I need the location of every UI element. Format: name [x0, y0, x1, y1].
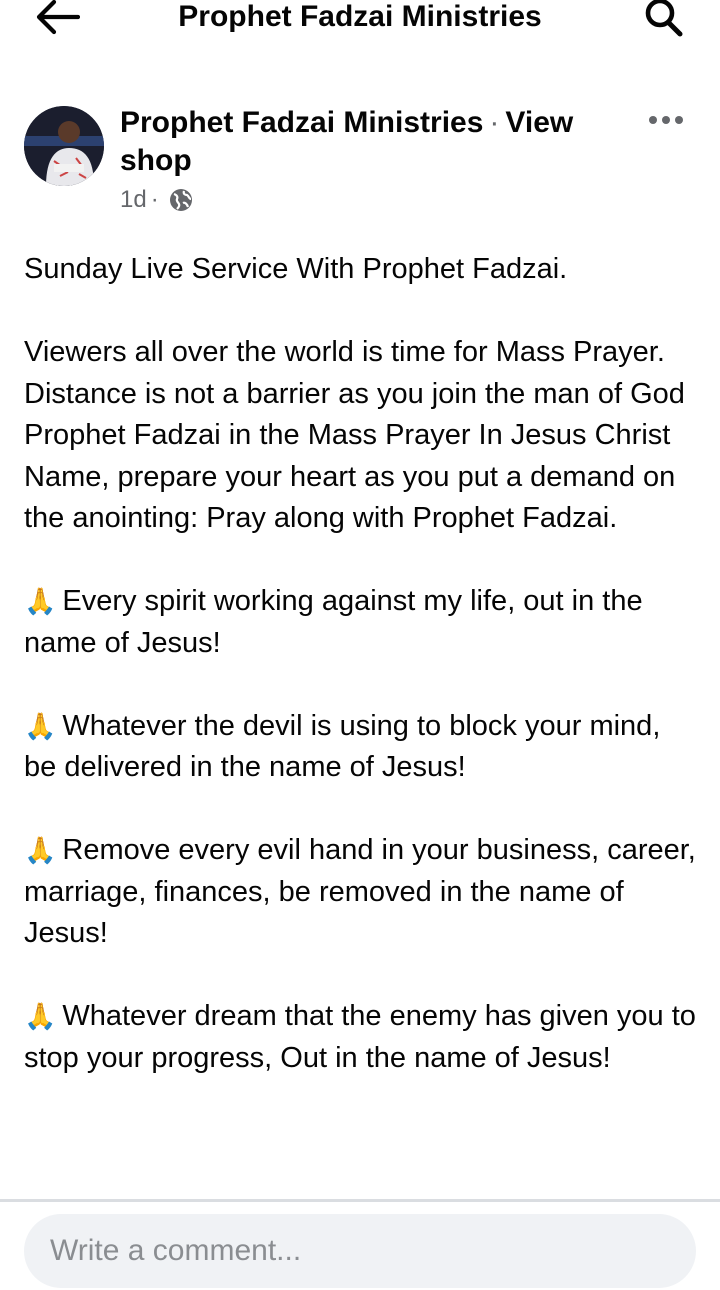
post-timestamp[interactable]: 1d [120, 186, 147, 214]
author-line: Prophet Fadzai Ministries · View shop [120, 104, 620, 180]
comment-box[interactable] [24, 1214, 696, 1288]
more-horizontal-icon [648, 112, 684, 130]
meta-separator: · [150, 186, 159, 213]
search-icon [643, 0, 685, 43]
top-app-bar: Prophet Fadzai Ministries [0, 0, 720, 40]
post-text: Sunday Live Service With Prophet Fadzai.… [24, 249, 696, 1121]
post-page: Prophet Fadzai Ministries Prophet Fadzai… [0, 0, 720, 1290]
prayer-item: 🙏 Whatever the devil is using to block yo… [24, 706, 696, 789]
prayer-text: Every spirit working against my life, ou… [24, 585, 643, 659]
prayer-text: Whatever the devil is using to block you… [24, 709, 661, 784]
post-paragraph: Sunday Live Service With Prophet Fadzai. [24, 253, 568, 285]
author-name-link[interactable]: Prophet Fadzai Ministries [120, 106, 483, 139]
praying-hands-icon: 🙏 [24, 1001, 57, 1031]
prayer-item: 🙏 Every spirit working against my life, o… [24, 581, 696, 664]
search-button[interactable] [640, 0, 688, 40]
post-options-button[interactable] [644, 106, 688, 136]
praying-hands-icon: 🙏 [24, 586, 57, 616]
praying-hands-icon: 🙏 [24, 710, 57, 741]
post-paragraph: Viewers all over the world is time for M… [24, 336, 685, 534]
author-avatar[interactable] [24, 106, 104, 186]
divider [0, 1199, 720, 1202]
name-separator: · [489, 106, 500, 139]
praying-hands-icon: 🙏 [24, 835, 57, 865]
page-title: Prophet Fadzai Ministries [178, 0, 542, 33]
prayer-text: Whatever dream that the enemy has given … [24, 1000, 696, 1074]
avatar-photo [24, 106, 104, 186]
globe-icon [169, 188, 193, 212]
post-meta: 1d · [120, 186, 620, 214]
prayer-item: 🙏 Whatever dream that the enemy has given… [24, 996, 696, 1079]
prayer-item: 🙏 Remove every evil hand in your business… [24, 830, 696, 955]
comment-input[interactable] [48, 1233, 672, 1269]
prayer-text: Remove every evil hand in your business,… [24, 834, 696, 949]
post-header: Prophet Fadzai Ministries · View shop 1d · [120, 104, 620, 214]
